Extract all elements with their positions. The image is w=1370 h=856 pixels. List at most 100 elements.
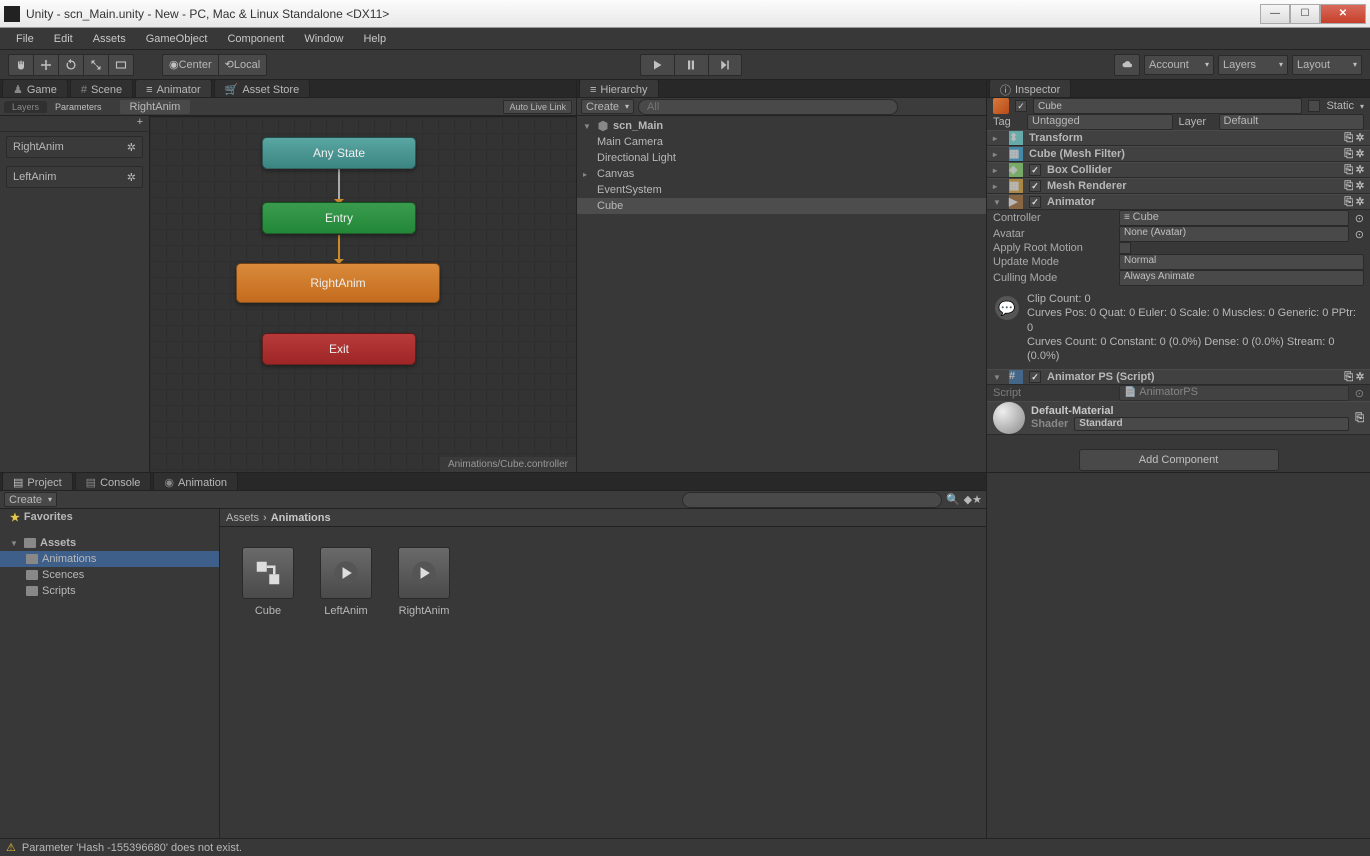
menu-file[interactable]: File [6,30,44,48]
tab-asset-store[interactable]: 🛒 Asset Store [214,79,311,97]
apply-root-checkbox[interactable] [1119,242,1131,254]
maximize-button[interactable]: ☐ [1290,4,1320,24]
parameters-sidebar: + RightAnim✲ LeftAnim✲ [0,116,150,472]
tag-dropdown[interactable]: Untagged [1027,114,1173,130]
hierarchy-create-dropdown[interactable]: Create [581,99,634,114]
asset-rightanim[interactable]: RightAnim [396,547,452,617]
material-header[interactable]: Default-Material ShaderStandard ⎘ [987,401,1370,435]
close-button[interactable]: ✕ [1320,4,1366,24]
mesh-renderer-enabled[interactable]: ✓ [1029,180,1041,192]
tab-project[interactable]: ▤ Project [2,472,73,490]
add-component-button[interactable]: Add Component [1079,449,1279,471]
hierarchy-scene-root[interactable]: ▼scn_Main [577,118,986,134]
static-checkbox[interactable] [1308,100,1320,112]
animator-graph[interactable]: Any State Entry RightAnim Exit Animation… [150,116,576,472]
parameter-leftanim[interactable]: LeftAnim✲ [6,166,143,188]
cloud-button[interactable] [1114,54,1140,76]
box-collider-enabled[interactable]: ✓ [1029,164,1041,176]
favorites-header[interactable]: ★Favorites [0,509,219,525]
tab-animation[interactable]: ◉ Animation [153,472,238,490]
component-box-collider[interactable]: ▸◈✓Box Collider⎘ ✲ [987,162,1370,178]
asset-cube-controller[interactable]: Cube [240,547,296,617]
component-animator-ps[interactable]: ▼#✓Animator PS (Script)⎘ ✲ [987,369,1370,385]
auto-live-link-toggle[interactable]: Auto Live Link [503,100,572,114]
component-transform[interactable]: ▸⬍Transform⎘ ✲ [987,130,1370,146]
hierarchy-item-canvas[interactable]: ▸Canvas [577,166,986,182]
breadcrumb-assets[interactable]: Assets [226,512,259,524]
hierarchy-item-light[interactable]: Directional Light [577,150,986,166]
folder-animations[interactable]: Animations [0,551,219,567]
rotate-tool[interactable] [58,54,83,76]
inspector-panel: ⓘ Inspector ✓ Static▾ Tag Untagged Layer… [986,80,1370,472]
gear-icon[interactable]: ✲ [127,171,136,184]
filter-label-icon[interactable]: ◆ [964,493,972,506]
controller-field[interactable]: ≡ Cube [1119,210,1349,226]
assets-root[interactable]: ▼Assets [0,535,219,551]
animator-layers-tab[interactable]: Layers [4,101,47,113]
hierarchy-search-input[interactable] [638,99,898,115]
breadcrumb-animations[interactable]: Animations [271,512,331,524]
gear-icon[interactable]: ✲ [127,141,136,154]
component-mesh-renderer[interactable]: ▸▦✓Mesh Renderer⎘ ✲ [987,178,1370,194]
tab-game[interactable]: ♟ Game [2,79,68,97]
node-exit[interactable]: Exit [262,333,416,365]
shader-dropdown[interactable]: Standard [1074,417,1349,431]
project-create-dropdown[interactable]: Create [4,492,57,507]
tab-scene[interactable]: # Scene [70,79,133,97]
culling-mode-dropdown[interactable]: Always Animate [1119,270,1364,286]
gameobject-icon[interactable] [993,98,1009,114]
transition-arrow[interactable] [338,235,340,263]
tab-hierarchy[interactable]: ≡ Hierarchy [579,79,659,97]
menu-assets[interactable]: Assets [83,30,136,48]
component-mesh-filter[interactable]: ▸▦Cube (Mesh Filter)⎘ ✲ [987,146,1370,162]
minimize-button[interactable]: — [1260,4,1290,24]
layout-dropdown[interactable]: Layout [1292,55,1362,75]
scale-tool[interactable] [83,54,108,76]
avatar-field[interactable]: None (Avatar) [1119,226,1349,242]
animator-ps-enabled[interactable]: ✓ [1029,371,1041,383]
update-mode-dropdown[interactable]: Normal [1119,254,1364,270]
add-parameter-button[interactable]: + [137,116,143,131]
transition-arrow[interactable] [338,169,340,203]
animator-enabled[interactable]: ✓ [1029,196,1041,208]
folder-scripts[interactable]: Scripts [0,583,219,599]
tab-console[interactable]: ▤ Console [75,472,152,490]
project-search-input[interactable] [682,492,942,508]
asset-leftanim[interactable]: LeftAnim [318,547,374,617]
hierarchy-item-eventsystem[interactable]: EventSystem [577,182,986,198]
pivot-local-button[interactable]: ⟲ Local [218,54,268,76]
account-dropdown[interactable]: Account [1144,55,1214,75]
node-rightanim[interactable]: RightAnim [236,263,440,303]
menu-edit[interactable]: Edit [44,30,83,48]
layers-dropdown[interactable]: Layers [1218,55,1288,75]
move-tool[interactable] [33,54,58,76]
active-checkbox[interactable]: ✓ [1015,100,1027,112]
hierarchy-item-cube[interactable]: Cube [577,198,986,214]
hierarchy-item-camera[interactable]: Main Camera [577,134,986,150]
step-button[interactable] [708,54,742,76]
pivot-center-button[interactable]: ◉ Center [162,54,218,76]
filter-type-icon[interactable]: ★ [972,493,982,506]
menu-component[interactable]: Component [217,30,294,48]
component-animator[interactable]: ▼▶✓Animator⎘ ✲ [987,194,1370,210]
node-entry[interactable]: Entry [262,202,416,234]
animator-parameters-tab[interactable]: Parameters [47,101,110,113]
rect-tool[interactable] [108,54,134,76]
parameter-rightanim[interactable]: RightAnim✲ [6,136,143,158]
animator-panel: ♟ Game # Scene ≡ Animator 🛒 Asset Store … [0,80,576,472]
layer-dropdown[interactable]: Default [1219,114,1365,130]
menu-window[interactable]: Window [294,30,353,48]
pause-button[interactable] [674,54,708,76]
object-name-input[interactable] [1033,98,1302,114]
tab-animator[interactable]: ≡ Animator [135,79,211,97]
search-filter-icon[interactable]: 🔍 [942,493,964,506]
update-mode-label: Update Mode [993,256,1113,268]
menu-help[interactable]: Help [353,30,396,48]
hand-tool[interactable] [8,54,33,76]
play-button[interactable] [640,54,674,76]
menu-gameobject[interactable]: GameObject [136,30,218,48]
node-any-state[interactable]: Any State [262,137,416,169]
folder-scences[interactable]: Scences [0,567,219,583]
animator-breadcrumb[interactable]: RightAnim [120,100,191,114]
tab-inspector[interactable]: ⓘ Inspector [989,79,1071,97]
